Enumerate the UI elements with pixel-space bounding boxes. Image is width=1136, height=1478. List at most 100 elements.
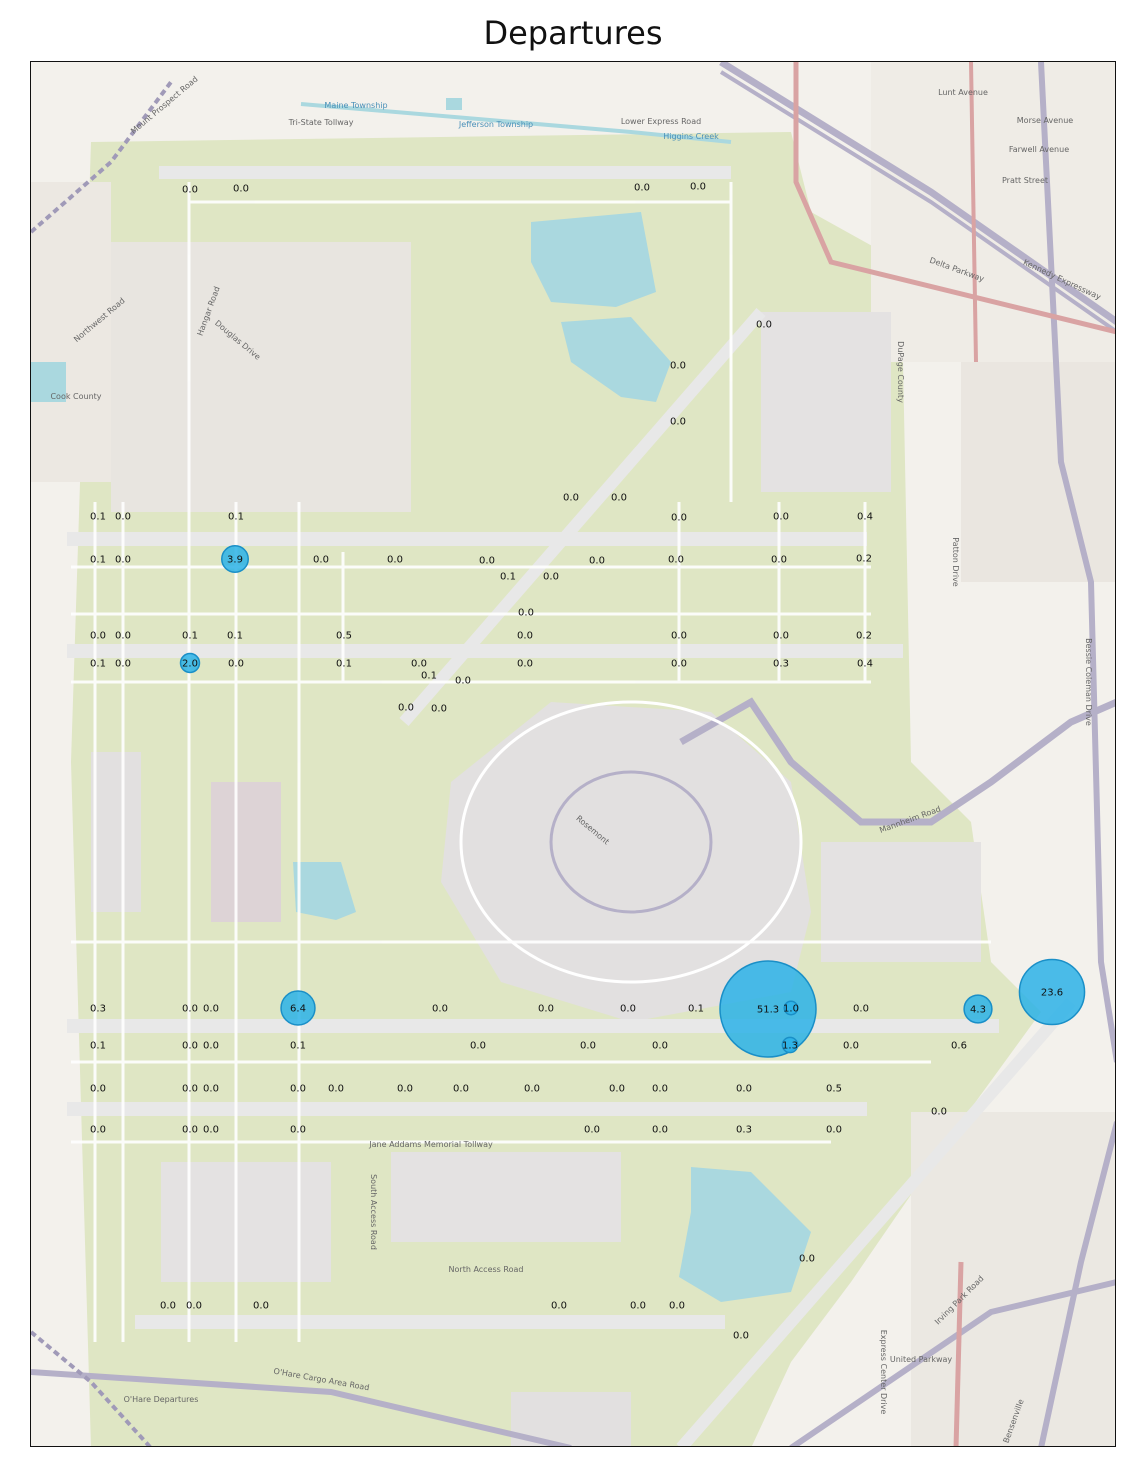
departure-value-label: 0.0	[670, 361, 686, 372]
departure-value-label: 0.0	[670, 417, 686, 428]
departure-value-label: 0.0	[290, 1125, 306, 1136]
cargo-sw	[161, 1162, 331, 1282]
departure-value-label: 0.0	[431, 704, 447, 715]
hangar-area	[111, 242, 411, 512]
departure-value-label: 0.0	[843, 1041, 859, 1052]
map-label: Bessie Coleman Drive	[1084, 638, 1093, 726]
departure-value-label: 0.0	[620, 1004, 636, 1015]
departure-value-label: 23.6	[1041, 988, 1063, 999]
map-label: Higgins Creek	[663, 132, 719, 141]
city-blocks-ne	[871, 62, 1115, 362]
departure-value-label: 0.2	[856, 554, 872, 565]
map-label: Cook County	[50, 392, 101, 401]
departure-value-label: 0.0	[524, 1084, 540, 1095]
departure-value-label: 0.5	[826, 1084, 842, 1095]
departure-value-label: 0.0	[733, 1331, 749, 1342]
departure-value-label: 0.1	[90, 512, 106, 523]
runway-south	[135, 1315, 725, 1329]
departure-value-label: 0.0	[397, 1084, 413, 1095]
departure-value-label: 0.0	[826, 1125, 842, 1136]
departure-value-label: 0.1	[182, 631, 198, 642]
departure-value-label: 0.1	[336, 659, 352, 670]
departure-value-label: 0.0	[182, 1084, 198, 1095]
departure-value-label: 0.0	[313, 555, 329, 566]
departure-value-label: 0.0	[115, 512, 131, 523]
departure-value-label: 0.0	[328, 1084, 344, 1095]
map-label: DuPage County	[896, 341, 905, 403]
building-west	[211, 782, 281, 922]
map-label: Farwell Avenue	[1009, 145, 1069, 154]
departure-value-label: 0.4	[857, 659, 873, 670]
departure-value-label: 0.0	[453, 1084, 469, 1095]
departure-value-label: 0.0	[228, 659, 244, 670]
departure-value-label: 3.9	[227, 555, 243, 566]
departure-value-label: 0.0	[470, 1041, 486, 1052]
departure-value-label: 0.0	[589, 556, 605, 567]
departure-value-label: 0.1	[421, 671, 437, 682]
departure-value-label: 0.1	[500, 572, 516, 583]
terminal-east	[821, 842, 981, 962]
runway-north	[159, 166, 731, 179]
departure-value-label: 0.0	[253, 1301, 269, 1312]
departure-value-label: 0.0	[517, 659, 533, 670]
departure-value-label: 0.1	[227, 631, 243, 642]
departure-value-label: 0.0	[652, 1125, 668, 1136]
departure-value-label: 0.0	[584, 1125, 600, 1136]
departure-value-label: 0.6	[951, 1041, 967, 1052]
lake-north	[531, 212, 656, 307]
map-label: Express Center Drive	[879, 1330, 888, 1415]
hangar-west	[91, 752, 141, 912]
departure-value-label: 0.0	[580, 1041, 596, 1052]
cargo-buildings-east	[761, 312, 891, 492]
departure-value-label: 0.4	[857, 512, 873, 523]
departure-value-label: 0.0	[563, 493, 579, 504]
map-label: Jefferson Township	[458, 120, 533, 129]
departure-value-label: 0.0	[853, 1004, 869, 1015]
departure-value-label: 51.3	[757, 1005, 779, 1016]
departure-value-label: 0.2	[856, 631, 872, 642]
departure-value-label: 0.0	[538, 1004, 554, 1015]
departure-value-label: 0.1	[228, 512, 244, 523]
departure-value-label: 0.0	[182, 1004, 198, 1015]
map-title: Departures	[483, 14, 663, 52]
departure-value-label: 0.0	[931, 1107, 947, 1118]
departure-value-label: 0.0	[182, 1125, 198, 1136]
departure-value-label: 0.3	[736, 1125, 752, 1136]
cargo-south	[391, 1152, 621, 1242]
departure-value-label: 0.0	[630, 1301, 646, 1312]
departure-value-label: 1.3	[782, 1041, 798, 1052]
map-label: O'Hare Departures	[124, 1395, 199, 1404]
departure-value-label: 0.0	[518, 608, 534, 619]
map-label: Jane Addams Memorial Tollway	[368, 1140, 493, 1149]
departure-value-label: 0.1	[90, 1041, 106, 1052]
departure-value-label: 0.0	[609, 1084, 625, 1095]
departure-value-label: 0.0	[233, 184, 249, 195]
departure-value-label: 0.0	[203, 1004, 219, 1015]
departure-value-label: 0.0	[186, 1301, 202, 1312]
departure-value-label: 6.4	[290, 1004, 306, 1015]
departure-value-label: 0.0	[182, 185, 198, 196]
map-label: Lower Express Road	[621, 117, 701, 126]
departure-value-label: 0.0	[771, 555, 787, 566]
departure-value-label: 0.0	[652, 1084, 668, 1095]
departure-value-label: 0.0	[182, 1041, 198, 1052]
industrial-area-left	[31, 182, 111, 482]
departure-value-label: 0.0	[398, 703, 414, 714]
departure-value-label: 0.0	[671, 631, 687, 642]
departure-value-label: 0.0	[90, 1084, 106, 1095]
departure-value-label: 0.0	[773, 512, 789, 523]
departure-value-label: 0.0	[669, 1301, 685, 1312]
departure-value-label: 0.0	[455, 676, 471, 687]
departure-value-label: 0.5	[336, 631, 352, 642]
departure-value-label: 0.0	[203, 1125, 219, 1136]
departure-value-label: 0.0	[203, 1084, 219, 1095]
map-label: Maine Township	[324, 101, 387, 110]
map-frame[interactable]: Lunt Avenue Morse Avenue Farwell Avenue Pra…	[30, 61, 1116, 1447]
departure-value-label: 0.0	[543, 572, 559, 583]
departure-value-label: 0.0	[690, 182, 706, 193]
runway-1	[67, 532, 867, 546]
departure-value-label: 0.0	[432, 1004, 448, 1015]
departure-value-label: 0.0	[479, 556, 495, 567]
departure-value-label: 0.0	[634, 183, 650, 194]
departure-value-label: 0.0	[799, 1254, 815, 1265]
